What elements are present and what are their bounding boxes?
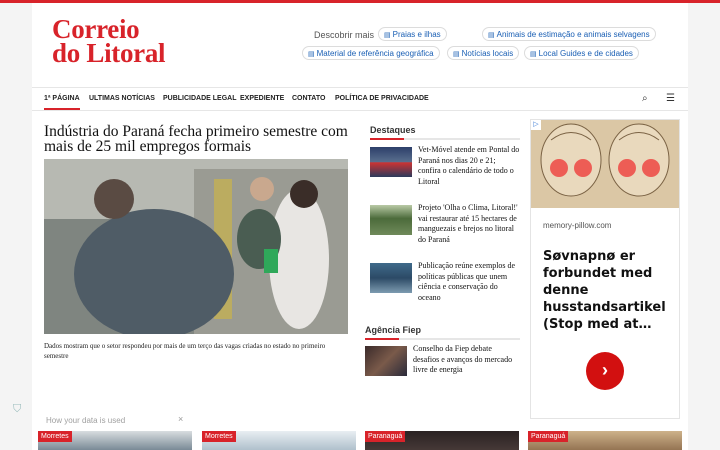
destaques-item-text: Vet-Móvel atende em Pontal do Paraná nos… [418,145,520,186]
news-thumbnail-icon [370,147,412,177]
bottom-news-card[interactable]: Paranaguá [528,431,682,450]
nav-item-ultimas-noticias[interactable]: Ultimas Notícias [89,95,155,102]
destaques-rule [370,138,520,140]
ad-next-button[interactable]: › [586,352,624,390]
news-thumbnail-icon [370,205,412,235]
privacy-close-icon[interactable]: × [178,414,183,424]
destaques-item[interactable]: Projeto 'Olha o Clima, Litoral!' vai res… [370,203,520,245]
card-tag: Morretes [202,431,236,442]
advertisement[interactable]: ▷ memory-pillow.com Søvnapnø er forbunde… [530,119,680,419]
bottom-news-card[interactable]: Paranaguá [365,431,519,450]
site-logo[interactable]: Correio do Litoral [52,16,166,68]
agencia-item-text: Conselho da Fiep debate desafios e avanç… [413,344,513,374]
agencia-fiep-rule [365,338,520,340]
nav-item-primeira-pagina[interactable]: 1ª Página [44,95,80,110]
nav-item-publicidade-legal[interactable]: Publicidade Legal [163,95,237,102]
logo-line-2: do Litoral [52,38,166,68]
ad-image: ▷ [531,120,679,208]
privacy-notice-text[interactable]: How your data is used [46,416,125,425]
search-icon[interactable]: ⌕ [642,93,648,104]
nav-item-expediente[interactable]: Expediente [240,95,284,102]
nav-item-contato[interactable]: Contato [292,95,325,102]
discover-chip-noticias[interactable]: Notícias locais [447,46,520,60]
agencia-item[interactable]: Conselho da Fiep debate desafios e avanç… [365,344,520,376]
main-article-caption: Dados mostram que o setor respondeu por … [44,342,326,360]
main-article-image[interactable] [44,159,348,334]
agencia-fiep-heading: Agência Fiep [365,325,422,335]
ad-headline[interactable]: Søvnapnø er forbundet med denne husstand… [543,248,677,333]
destaques-item[interactable]: Publicação reúne exemplos de políticas p… [370,261,520,303]
privacy-shield-icon[interactable]: ⛉ [13,403,21,416]
destaques-item-text: Projeto 'Olha o Clima, Litoral!' vai res… [418,203,518,244]
factory-photo-icon [44,159,348,334]
page-container: Correio do Litoral Descobrir mais Praias… [32,3,688,450]
destaques-heading: Destaques [370,125,416,135]
ad-sponsor: memory-pillow.com [543,221,612,230]
discover-label: Descobrir mais [314,30,375,40]
card-tag: Paranaguá [528,431,569,442]
main-nav: 1ª Página Ultimas Notícias Publicidade L… [32,87,688,111]
discover-chip-guides[interactable]: Local Guides e de cidades [524,46,639,60]
discover-chip-animais[interactable]: Animais de estimação e animais selvagens [482,27,656,41]
card-tag: Morretes [38,431,72,442]
menu-icon[interactable]: ☰ [666,93,675,104]
bottom-news-card[interactable]: Morretes [202,431,356,450]
main-article-title[interactable]: Indústria do Paraná fecha primeiro semes… [44,124,349,155]
bottom-news-card[interactable]: Morretes [38,431,192,450]
destaques-item-text: Publicação reúne exemplos de políticas p… [418,261,516,302]
discover-chip-material[interactable]: Material de referência geográfica [302,46,440,60]
card-tag: Paranaguá [365,431,406,442]
nav-item-politica-privacidade[interactable]: Política de Privacidade [335,95,429,102]
discover-chip-praias[interactable]: Praias e ilhas [378,27,447,41]
destaques-item[interactable]: Vet-Móvel atende em Pontal do Paraná nos… [370,145,520,187]
anatomy-heads-icon [531,120,679,208]
news-thumbnail-icon [365,346,407,376]
ad-choices-icon[interactable]: ▷ [531,120,541,130]
news-thumbnail-icon [370,263,412,293]
